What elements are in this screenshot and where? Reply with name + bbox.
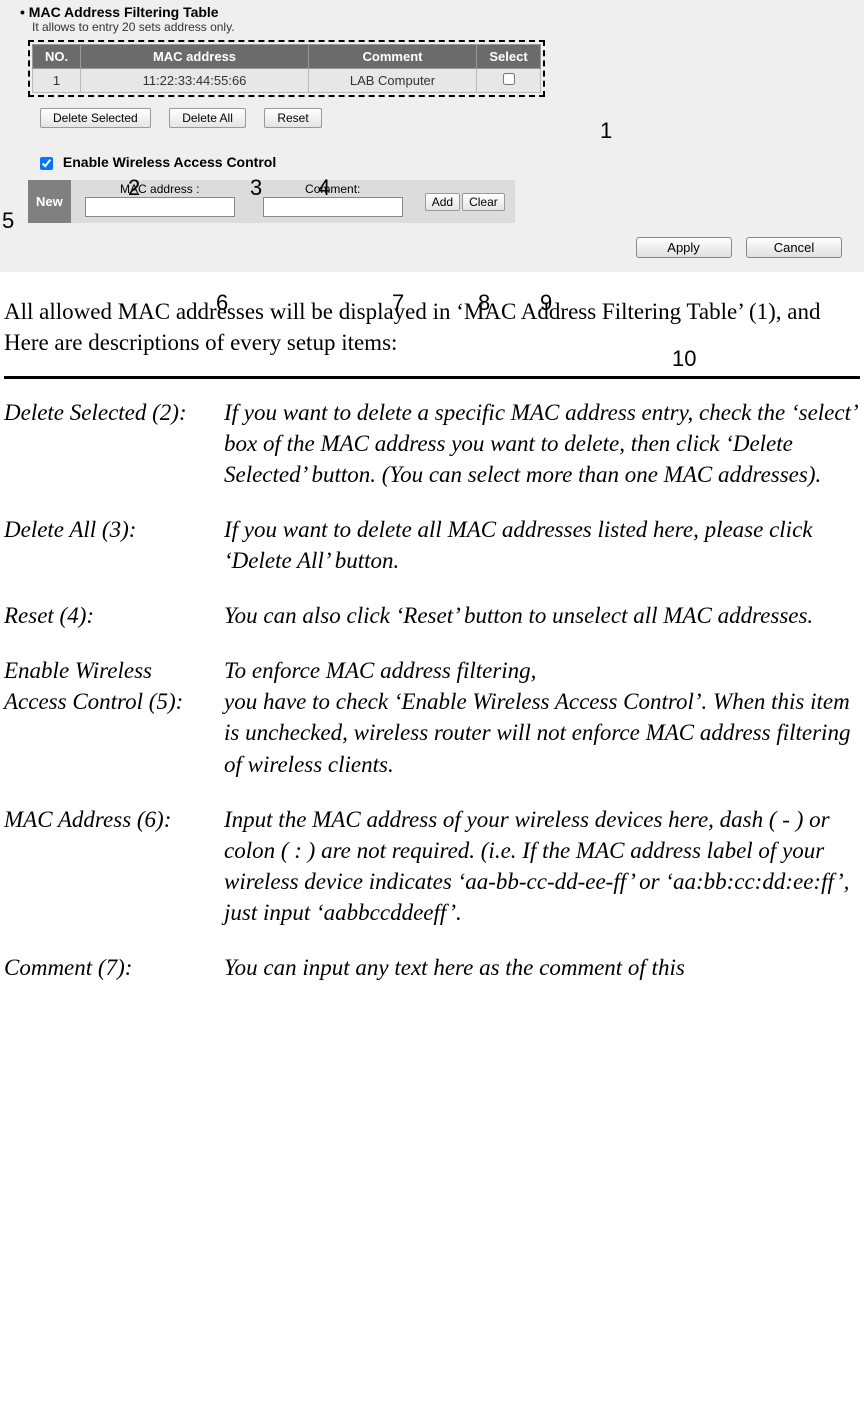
filtering-table-highlight: NO. MAC address Comment Select 1 11:22:3…	[28, 40, 545, 97]
mac-address-input[interactable]	[85, 197, 235, 217]
cell-comment: LAB Computer	[309, 69, 477, 93]
desc-term: Delete All (3):	[4, 514, 224, 600]
desc-text: Input the MAC address of your wireless d…	[224, 804, 860, 952]
section-subtitle: It allows to entry 20 sets address only.	[32, 20, 854, 34]
desc-term: MAC Address (6):	[4, 804, 224, 952]
desc-text: You can input any text here as the comme…	[224, 952, 860, 983]
new-entry-row: New MAC address : Comment: Add Clear	[28, 180, 854, 223]
annotation-10: 10	[672, 346, 696, 372]
desc-term: Enable Wireless Access Control (5):	[4, 655, 224, 803]
desc-row: Reset (4): You can also click ‘Reset’ bu…	[4, 600, 860, 655]
table-row: 1 11:22:33:44:55:66 LAB Computer	[33, 69, 541, 93]
desc-text: To enforce MAC address filtering, you ha…	[224, 655, 860, 803]
add-button[interactable]: Add	[425, 193, 460, 211]
mac-filter-table: NO. MAC address Comment Select 1 11:22:3…	[32, 44, 541, 93]
desc-term: Delete Selected (2):	[4, 397, 224, 514]
section-title: MAC Address Filtering Table	[20, 4, 854, 20]
col-comment: Comment	[309, 45, 477, 69]
descriptions-table: Delete Selected (2): If you want to dele…	[4, 397, 860, 983]
desc-row: Delete All (3): If you want to delete al…	[4, 514, 860, 600]
new-comment-field-group: Comment:	[249, 180, 417, 223]
cell-select	[477, 69, 541, 93]
annotation-2: 2	[128, 175, 140, 201]
cell-mac: 11:22:33:44:55:66	[81, 69, 309, 93]
comment-input[interactable]	[263, 197, 403, 217]
annotation-4: 4	[318, 175, 330, 201]
annotation-6: 6	[216, 290, 228, 316]
desc-term: Comment (7):	[4, 952, 224, 983]
desc-text: You can also click ‘Reset’ button to uns…	[224, 600, 860, 655]
desc-row: Enable Wireless Access Control (5): To e…	[4, 655, 860, 803]
desc-row: MAC Address (6): Input the MAC address o…	[4, 804, 860, 952]
apply-button[interactable]: Apply	[636, 237, 732, 258]
desc-term: Reset (4):	[4, 600, 224, 655]
new-entry-buttons: Add Clear	[417, 180, 515, 223]
annotation-1: 1	[600, 118, 612, 144]
reset-button[interactable]: Reset	[264, 108, 321, 128]
annotation-3: 3	[250, 175, 262, 201]
enable-access-control-row: Enable Wireless Access Control	[40, 154, 854, 170]
annotation-7: 7	[392, 290, 404, 316]
router-ui-screenshot: MAC Address Filtering Table It allows to…	[0, 0, 864, 272]
desc-text: If you want to delete a specific MAC add…	[224, 397, 860, 514]
clear-button[interactable]: Clear	[462, 193, 505, 211]
divider	[4, 376, 860, 379]
desc-text: If you want to delete all MAC addresses …	[224, 514, 860, 600]
annotation-5: 5	[2, 208, 14, 234]
desc-row: Delete Selected (2): If you want to dele…	[4, 397, 860, 514]
cancel-button[interactable]: Cancel	[746, 237, 842, 258]
delete-selected-button[interactable]: Delete Selected	[40, 108, 151, 128]
intro-paragraph: All allowed MAC addresses will be displa…	[4, 296, 860, 358]
cell-no: 1	[33, 69, 81, 93]
apply-cancel-row: Apply Cancel	[10, 223, 854, 262]
enable-access-control-checkbox[interactable]	[40, 157, 53, 170]
annotation-9: 9	[540, 290, 552, 316]
col-mac: MAC address	[81, 45, 309, 69]
delete-all-button[interactable]: Delete All	[169, 108, 246, 128]
new-label: New	[28, 180, 71, 223]
col-no: NO.	[33, 45, 81, 69]
desc-row: Comment (7): You can input any text here…	[4, 952, 860, 983]
annotation-8: 8	[478, 290, 490, 316]
enable-access-control-label: Enable Wireless Access Control	[63, 154, 276, 170]
new-mac-field-group: MAC address :	[71, 180, 249, 223]
col-select: Select	[477, 45, 541, 69]
row-select-checkbox[interactable]	[503, 73, 515, 85]
new-comment-label: Comment:	[305, 182, 360, 196]
table-button-row: Delete Selected Delete All Reset	[40, 108, 854, 128]
